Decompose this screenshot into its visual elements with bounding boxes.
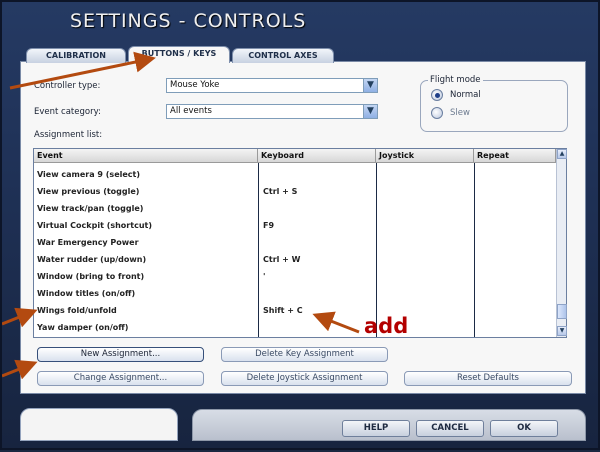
settings-window: SETTINGS - CONTROLS CALIBRATION BUTTONS … — [0, 0, 600, 450]
arrow-to-shift-c — [312, 311, 360, 334]
arrow-to-new-assignment — [2, 359, 38, 380]
arrow-to-buttons-keys-tab — [9, 51, 156, 90]
annotation-arrows — [2, 51, 360, 380]
arrow-to-wings-row — [2, 307, 38, 328]
